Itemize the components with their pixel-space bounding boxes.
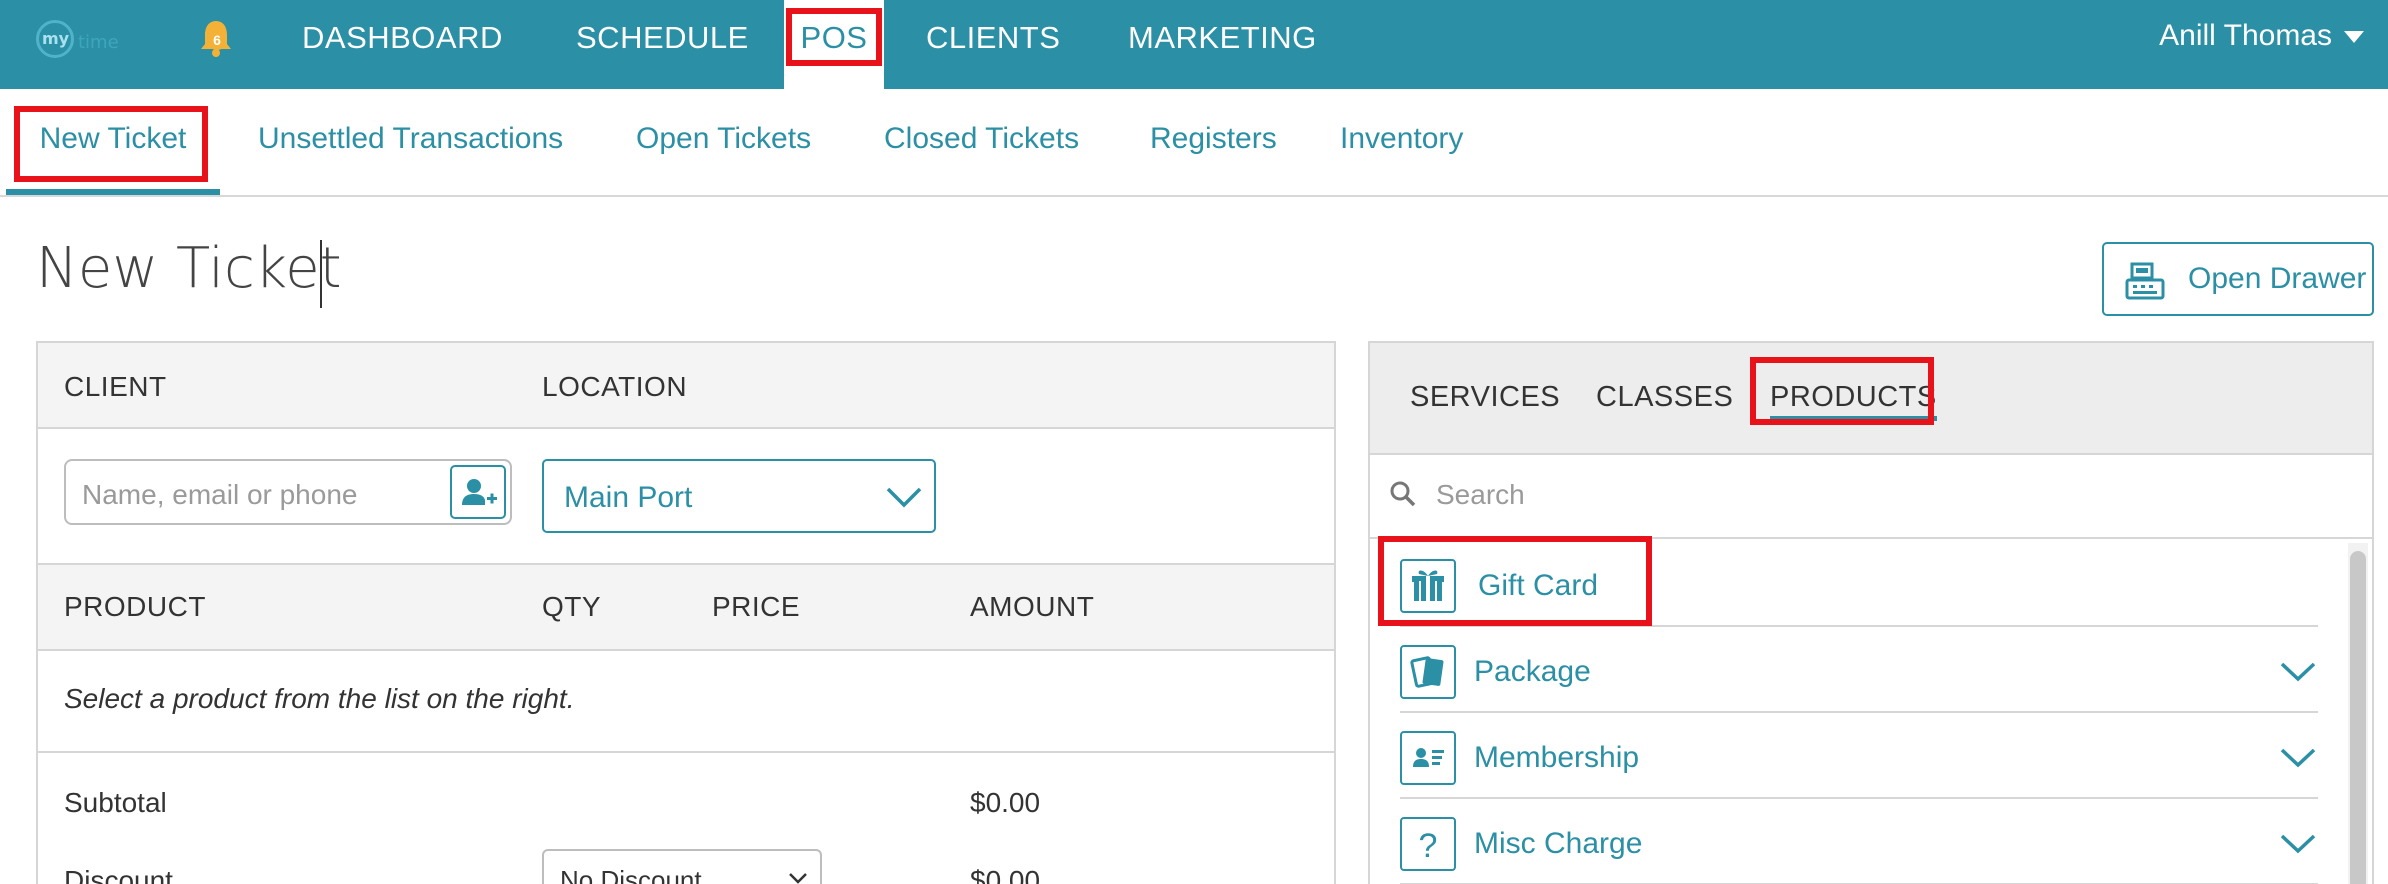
product-item-misc-charge[interactable]: ? Misc Charge — [1400, 799, 2318, 884]
subtab-new-ticket[interactable]: New Ticket — [6, 89, 220, 195]
cash-register-icon — [2124, 260, 2166, 300]
tab-products[interactable]: PRODUCTS — [1770, 381, 1937, 421]
subtab-registers[interactable]: Registers — [1150, 89, 1277, 195]
user-menu[interactable]: Anill Thomas — [2159, 0, 2364, 76]
notification-count-badge: 6 — [207, 30, 227, 50]
client-location-header: CLIENT LOCATION — [38, 343, 1334, 429]
ticket-panel: CLIENT LOCATION Name, email or phone Mai… — [36, 341, 1336, 884]
tab-services[interactable]: SERVICES — [1410, 381, 1560, 414]
discount-select[interactable]: No Discount — [542, 849, 822, 884]
subtab-unsettled-transactions[interactable]: Unsettled Transactions — [258, 89, 563, 195]
product-label-membership: Membership — [1474, 741, 1640, 774]
user-name: Anill Thomas — [2159, 19, 2332, 52]
location-header: LOCATION — [542, 371, 688, 402]
page-title: New Ticket — [36, 236, 342, 301]
text-cursor — [320, 240, 322, 308]
divider — [38, 751, 1334, 753]
product-label-gift-card: Gift Card — [1478, 569, 1599, 602]
location-select[interactable]: Main Port — [542, 459, 936, 533]
add-client-button[interactable] — [450, 465, 506, 519]
location-value: Main Port — [564, 481, 693, 514]
chevron-down-icon — [2344, 31, 2364, 44]
gift-icon — [1400, 559, 1456, 613]
chevron-down-icon[interactable] — [2278, 831, 2318, 857]
product-label-misc-charge: Misc Charge — [1474, 827, 1643, 860]
discount-value: $0.00 — [970, 865, 1041, 884]
subtotal-value: $0.00 — [970, 787, 1041, 818]
chevron-down-icon[interactable] — [2278, 659, 2318, 685]
mytime-logo[interactable]: my time — [36, 20, 146, 60]
open-drawer-button[interactable]: Open Drawer — [2102, 242, 2374, 316]
subtab-open-tickets[interactable]: Open Tickets — [636, 89, 811, 195]
search-icon — [1390, 481, 1416, 507]
catalog-search-placeholder: Search — [1436, 479, 1525, 510]
column-header-product: PRODUCT — [64, 591, 206, 622]
product-item-membership[interactable]: Membership — [1400, 713, 2318, 799]
client-header: CLIENT — [64, 371, 167, 402]
catalog-panel: SERVICES CLASSES PRODUCTS Search Gift Ca… — [1368, 341, 2374, 884]
package-cards-icon — [1400, 645, 1456, 699]
discount-select-value: No Discount — [560, 865, 702, 884]
nav-pos[interactable]: POS — [784, 0, 884, 89]
line-items-header: PRODUCT QTY PRICE AMOUNT — [38, 563, 1334, 651]
top-navigation-bar: my time 6 DASHBOARD SCHEDULE POS CLIENTS… — [0, 0, 2388, 89]
product-item-package[interactable]: Package — [1400, 627, 2318, 713]
notification-bell-icon[interactable]: 6 — [198, 18, 234, 58]
svg-text:?: ? — [1419, 827, 1438, 865]
pos-subnavigation: New Ticket Unsettled Transactions Open T… — [0, 89, 2388, 197]
product-item-gift-card[interactable]: Gift Card — [1400, 541, 2318, 627]
subtab-inventory[interactable]: Inventory — [1340, 89, 1463, 195]
chevron-down-icon — [789, 873, 807, 884]
tab-classes[interactable]: CLASSES — [1596, 381, 1733, 414]
nav-marketing[interactable]: MARKETING — [1128, 0, 1317, 89]
catalog-scrollbar-thumb[interactable] — [2350, 551, 2366, 884]
add-user-icon — [462, 479, 497, 505]
nav-schedule[interactable]: SCHEDULE — [576, 0, 749, 89]
column-header-qty: QTY — [542, 591, 602, 622]
nav-clients[interactable]: CLIENTS — [926, 0, 1060, 89]
membership-card-icon — [1400, 731, 1456, 785]
subtab-closed-tickets[interactable]: Closed Tickets — [884, 89, 1079, 195]
empty-ticket-message: Select a product from the list on the ri… — [64, 683, 575, 714]
catalog-tabs: SERVICES CLASSES PRODUCTS — [1370, 343, 2372, 455]
catalog-search-input[interactable]: Search — [1370, 455, 2372, 539]
subtotal-label: Subtotal — [64, 787, 167, 818]
column-header-price: PRICE — [712, 591, 801, 622]
discount-label: Discount — [64, 865, 173, 884]
chevron-down-icon — [886, 487, 922, 508]
catalog-scrollbar[interactable] — [2348, 543, 2368, 884]
chevron-down-icon[interactable] — [2278, 745, 2318, 771]
open-drawer-label: Open Drawer — [2188, 262, 2367, 295]
client-search-placeholder: Name, email or phone — [82, 479, 358, 510]
nav-dashboard[interactable]: DASHBOARD — [302, 0, 503, 89]
column-header-amount: AMOUNT — [970, 591, 1095, 622]
client-search-input[interactable]: Name, email or phone — [64, 459, 512, 525]
question-mark-icon: ? — [1400, 817, 1456, 871]
product-label-package: Package — [1474, 655, 1591, 688]
